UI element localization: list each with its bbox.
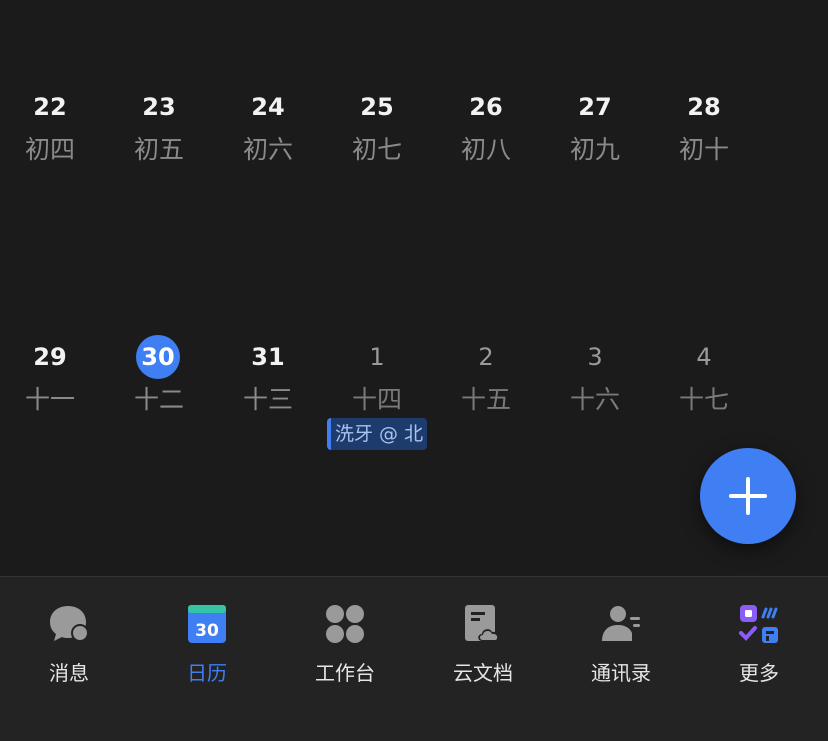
today-indicator: 30 [136,335,180,379]
lunar-date: 十一 [24,385,75,414]
day-number: 1 [369,343,385,371]
day-cell-today[interactable]: 30 十二 [109,332,218,552]
day-cell[interactable]: 22 初四 [0,82,109,302]
tab-contacts[interactable]: 通讯录 [552,577,690,741]
day-number: 28 [687,93,721,121]
tab-label: 工作台 [315,661,375,685]
calendar-week: 22 初四 23 初五 24 初六 25 初七 26 初八 27 初九 28 初… [0,82,828,322]
lunar-date: 十六 [569,385,620,414]
tab-workbench[interactable]: 工作台 [276,577,414,741]
day-number: 4 [696,343,712,371]
tab-messages[interactable]: 消息 [0,577,138,741]
grid-icon [324,603,366,645]
day-cell[interactable]: 24 初六 [218,82,327,302]
day-cell[interactable]: 3 十六 [545,332,654,552]
chat-bubbles-icon [48,603,90,645]
lunar-date: 十四 [351,385,402,414]
day-number: 27 [578,93,612,121]
day-cell[interactable]: 2 十五 [436,332,545,552]
calendar-icon: 30 [186,603,228,645]
tab-calendar[interactable]: 30 日历 [138,577,276,741]
day-number: 29 [33,343,67,371]
lunar-date: 十二 [133,385,184,414]
day-number: 26 [469,93,503,121]
day-cell[interactable]: 23 初五 [109,82,218,302]
tab-label: 更多 [739,661,779,685]
day-cell[interactable]: 1 十四 洗牙 @ 北 [327,332,436,552]
day-number: 3 [587,343,603,371]
cloud-doc-icon [462,603,504,645]
lunar-date: 初十 [678,135,729,164]
lunar-date: 初七 [351,135,402,164]
day-cell[interactable]: 31 十三 [218,332,327,552]
day-number: 31 [251,343,285,371]
day-cell[interactable]: 25 初七 [327,82,436,302]
lunar-date: 十五 [460,385,511,414]
day-number: 24 [251,93,285,121]
calendar-week: 29 十一 30 十二 31 十三 1 十四 洗牙 @ 北 2 十五 3 十六 … [0,332,828,572]
lunar-date: 初四 [24,135,75,164]
day-cell[interactable]: 29 十一 [0,332,109,552]
lunar-date: 初九 [569,135,620,164]
event-chip[interactable]: 洗牙 @ 北 [327,418,427,450]
lunar-date: 十三 [242,385,293,414]
day-number: 22 [33,93,67,121]
lunar-date: 初六 [242,135,293,164]
tab-label: 日历 [187,661,227,685]
tab-label: 消息 [49,661,89,685]
day-cell[interactable]: 26 初八 [436,82,545,302]
day-number: 23 [142,93,176,121]
add-event-button[interactable] [700,448,796,544]
day-number: 2 [478,343,494,371]
day-cell[interactable]: 28 初十 [654,82,763,302]
apps-icon [738,603,780,645]
bottom-tab-bar: 消息 30 日历 工作台 云文档 通讯录 更多 [0,576,828,741]
tab-more[interactable]: 更多 [690,577,828,741]
tab-label: 通讯录 [591,661,651,685]
lunar-date: 初八 [460,135,511,164]
lunar-date: 十七 [678,385,729,414]
day-cell[interactable]: 27 初九 [545,82,654,302]
svg-text:30: 30 [195,621,219,641]
tab-cloud-docs[interactable]: 云文档 [414,577,552,741]
day-number: 25 [360,93,394,121]
tab-label: 云文档 [453,661,513,685]
contacts-icon [600,603,642,645]
lunar-date: 初五 [133,135,184,164]
